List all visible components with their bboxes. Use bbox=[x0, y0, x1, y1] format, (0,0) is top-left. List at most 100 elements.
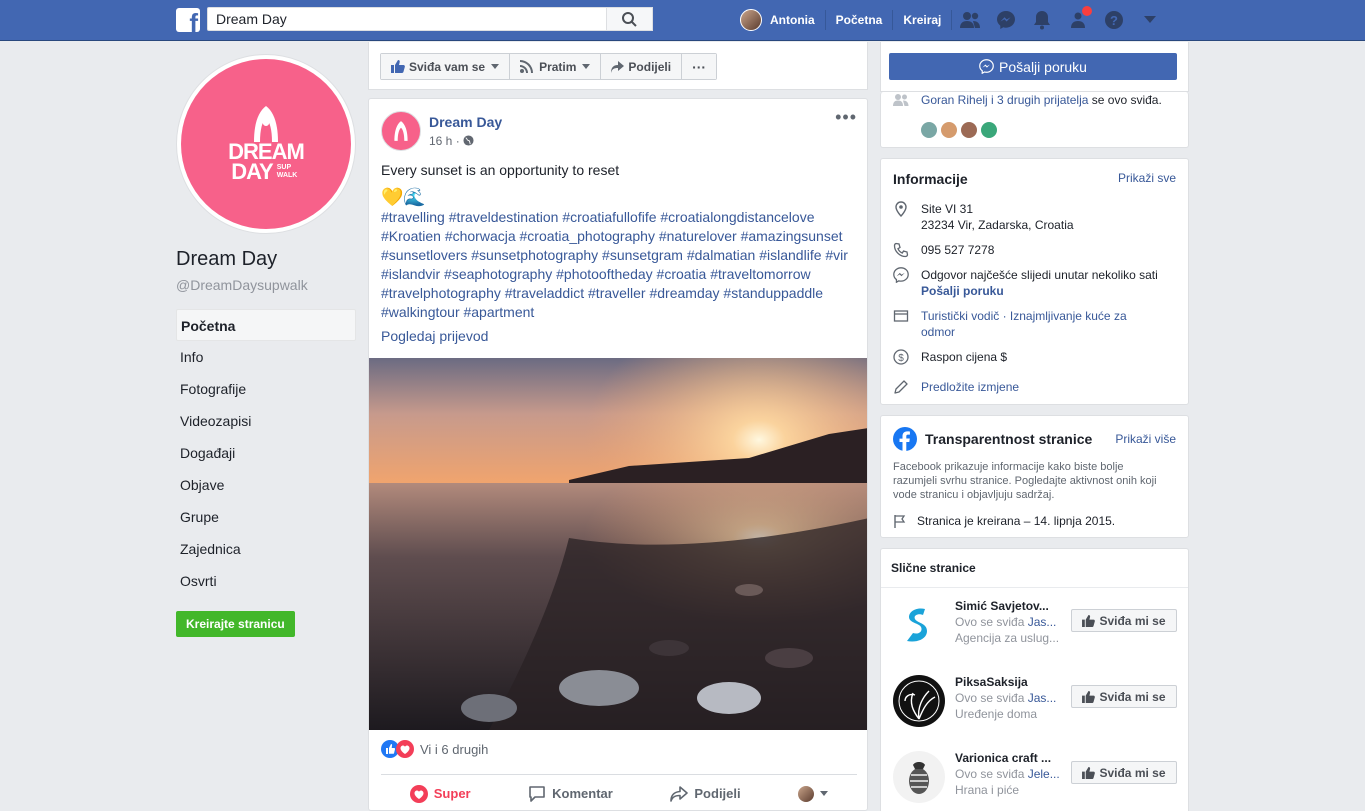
page-transparency-card: Transparentnost stranice Prikaži više Fa… bbox=[880, 415, 1189, 538]
liked-by-friend[interactable]: Jele... bbox=[1028, 767, 1060, 781]
liked-by-prefix: Ovo se sviđa bbox=[955, 615, 1028, 629]
reaction-count: Vi i 6 drugih bbox=[420, 741, 489, 757]
post-hashtags[interactable]: #travelling #traveldestination #croatiaf… bbox=[381, 208, 857, 322]
phone-icon bbox=[893, 242, 909, 258]
search-box bbox=[207, 7, 653, 31]
created-row: Stranica je kreirana – 14. lipnja 2015. bbox=[893, 513, 1115, 529]
show-all-link[interactable]: Prikaži sve bbox=[1118, 171, 1176, 185]
reaction-summary[interactable]: Vi i 6 drugih bbox=[381, 740, 488, 758]
similar-page-category: Hrana i piće bbox=[955, 783, 1020, 797]
similar-page-name[interactable]: Varionica craft ... bbox=[955, 751, 1051, 765]
similar-page-name[interactable]: PiksaSaksija bbox=[955, 675, 1028, 689]
share-post-button[interactable]: Podijeli bbox=[670, 785, 741, 802]
home-link[interactable]: Početna bbox=[826, 10, 894, 30]
flag-icon bbox=[894, 515, 906, 528]
side-nav-events[interactable]: Događaji bbox=[176, 437, 356, 469]
phone-number[interactable]: 095 527 7278 bbox=[921, 242, 994, 258]
send-message-button[interactable]: Pošalji poruku bbox=[889, 53, 1177, 80]
notification-dot bbox=[1082, 6, 1093, 16]
action-button-group: Sviđa vam se Pratim Podijeli ··· bbox=[380, 53, 718, 80]
love-button[interactable]: Super bbox=[409, 784, 471, 803]
messenger-icon bbox=[893, 267, 909, 283]
home-label: Početna bbox=[835, 13, 883, 27]
liked-button[interactable]: Sviđa vam se bbox=[381, 54, 511, 79]
dream-day-logo: DREAM DAY SUP WALK bbox=[181, 59, 351, 229]
create-label: Kreiraj bbox=[903, 13, 942, 27]
avatar[interactable] bbox=[961, 122, 977, 138]
side-nav-photos[interactable]: Fotografije bbox=[176, 373, 356, 405]
following-button[interactable]: Pratim bbox=[510, 54, 602, 79]
quick-help-icon[interactable] bbox=[1067, 6, 1093, 31]
post-timestamp[interactable]: 16 h · bbox=[429, 134, 474, 148]
create-link[interactable]: Kreiraj bbox=[893, 10, 953, 30]
globe-icon bbox=[463, 135, 474, 146]
love-label: Super bbox=[433, 786, 471, 801]
more-options-button[interactable]: ··· bbox=[682, 54, 717, 79]
post-photo[interactable] bbox=[369, 358, 867, 730]
comment-icon bbox=[529, 785, 545, 802]
post-author-avatar[interactable] bbox=[381, 111, 421, 151]
price-range: Raspon cijena $ bbox=[921, 350, 1008, 364]
search-button[interactable] bbox=[606, 8, 652, 30]
similar-pages-title: Slične stranice bbox=[891, 561, 976, 575]
post-options-button[interactable]: ••• bbox=[835, 107, 857, 128]
side-nav-info[interactable]: Info bbox=[176, 341, 356, 373]
like-page-button[interactable]: Sviđa mi se bbox=[1071, 761, 1177, 784]
profile-link[interactable]: Antonia bbox=[730, 9, 826, 31]
friends-like-link[interactable]: Goran Rihelj i 3 drugih prijatelja bbox=[921, 93, 1088, 107]
post-caption: Every sunset is an opportunity to reset bbox=[381, 162, 620, 178]
divider bbox=[881, 587, 1188, 588]
feed-post: Dream Day 16 h · ••• Every sunset is an … bbox=[368, 98, 868, 811]
side-nav-home[interactable]: Početna bbox=[176, 309, 356, 341]
side-nav-reviews[interactable]: Osvrti bbox=[176, 565, 356, 597]
post-as-selector[interactable] bbox=[798, 785, 829, 802]
avatar[interactable] bbox=[941, 122, 957, 138]
similar-page-liked-by: Ovo se sviđa Jele... bbox=[955, 767, 1060, 781]
avatar bbox=[798, 785, 815, 802]
suggest-edits-link[interactable]: Predložite izmjene bbox=[921, 380, 1019, 394]
top-navbar: f Antonia Početna Kreiraj ? bbox=[0, 0, 1365, 41]
similar-page-item: Simić Savjetov... Ovo se sviđa Jas... Ag… bbox=[893, 595, 1179, 655]
like-page-button[interactable]: Sviđa mi se bbox=[1071, 685, 1177, 708]
similar-page-name[interactable]: Simić Savjetov... bbox=[955, 599, 1049, 613]
facebook-logo-icon[interactable]: f bbox=[176, 8, 200, 32]
create-page-button[interactable]: Kreirajte stranicu bbox=[176, 611, 295, 637]
side-nav-community[interactable]: Zajednica bbox=[176, 533, 356, 565]
show-more-link[interactable]: Prikaži više bbox=[1115, 432, 1176, 446]
search-input[interactable] bbox=[208, 8, 608, 30]
side-nav-groups[interactable]: Grupe bbox=[176, 501, 356, 533]
page-created-date: Stranica je kreirana – 14. lipnja 2015. bbox=[917, 514, 1116, 528]
friend-requests-icon[interactable] bbox=[959, 9, 981, 31]
comment-button[interactable]: Komentar bbox=[528, 785, 613, 803]
liked-by-prefix: Ovo se sviđa bbox=[955, 691, 1028, 705]
like-page-button[interactable]: Sviđa mi se bbox=[1071, 609, 1177, 632]
avatar[interactable] bbox=[921, 122, 937, 138]
side-nav-posts[interactable]: Objave bbox=[176, 469, 356, 501]
user-name: Antonia bbox=[770, 13, 815, 27]
messenger-icon[interactable] bbox=[995, 9, 1017, 31]
transparency-title: Transparentnost stranice bbox=[925, 431, 1093, 447]
info-card-title: Informacije bbox=[893, 171, 968, 187]
avatar[interactable] bbox=[981, 122, 997, 138]
response-row: Odgovor najčešće slijedi unutar nekoliko… bbox=[893, 267, 1178, 299]
send-message-link[interactable]: Pošalji poruku bbox=[921, 284, 1004, 298]
help-icon[interactable]: ? bbox=[1103, 9, 1125, 31]
post-author-name[interactable]: Dream Day bbox=[429, 114, 502, 130]
similar-page-logo[interactable] bbox=[893, 599, 945, 651]
liked-by-friend[interactable]: Jas... bbox=[1028, 691, 1057, 705]
address-line2: 23234 Vir, Zadarska, Croatia bbox=[921, 218, 1074, 232]
location-pin-icon bbox=[895, 201, 907, 217]
left-column: DREAM DAY SUP WALK Dream Day @DreamDaysu… bbox=[176, 54, 356, 637]
liked-by-friend[interactable]: Jas... bbox=[1028, 615, 1057, 629]
similar-page-logo[interactable] bbox=[893, 675, 945, 727]
see-translation-link[interactable]: Pogledaj prijevod bbox=[381, 327, 857, 346]
similar-page-logo[interactable] bbox=[893, 751, 945, 803]
plant-logo-icon bbox=[898, 680, 940, 722]
love-reaction-icon bbox=[396, 740, 414, 758]
account-menu-chevron-icon[interactable] bbox=[1139, 9, 1161, 31]
side-nav-videos[interactable]: Videozapisi bbox=[176, 405, 356, 437]
share-page-button[interactable]: Podijeli bbox=[601, 54, 683, 79]
page-profile-picture[interactable]: DREAM DAY SUP WALK bbox=[176, 54, 356, 234]
category-links[interactable]: Turistički vodič · Iznajmljivanje kuće z… bbox=[921, 309, 1127, 339]
notifications-bell-icon[interactable] bbox=[1031, 9, 1053, 31]
